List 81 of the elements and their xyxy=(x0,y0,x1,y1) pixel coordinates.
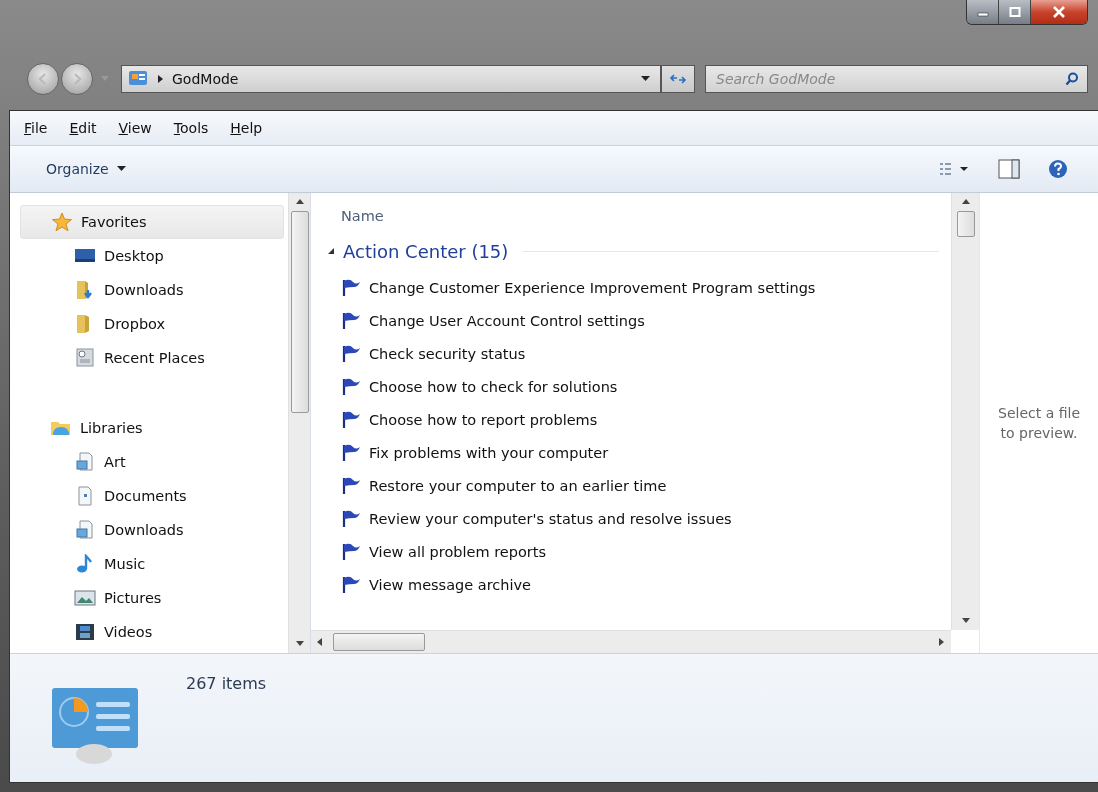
preview-pane-icon[interactable] xyxy=(998,159,1020,179)
dropdown-icon[interactable] xyxy=(641,76,650,82)
flag-icon xyxy=(341,278,361,297)
menu-item[interactable]: Edit xyxy=(69,120,97,136)
star-icon xyxy=(51,212,73,232)
scroll-left-icon[interactable] xyxy=(317,638,323,646)
sidebar-item[interactable]: Downloads xyxy=(20,273,284,307)
list-item[interactable]: View all problem reports xyxy=(369,543,547,560)
sidebar-item[interactable]: Favorites xyxy=(20,205,284,239)
refresh-button[interactable] xyxy=(661,65,695,93)
scroll-thumb[interactable] xyxy=(956,211,975,237)
list-item[interactable]: Choose how to check for solutions xyxy=(369,378,618,395)
scroll-down-icon[interactable] xyxy=(295,641,304,647)
scroll-thumb[interactable] xyxy=(333,633,425,651)
horizontal-scrollbar[interactable] xyxy=(311,630,951,653)
desktop-icon xyxy=(74,247,96,265)
sidebar-item[interactable]: Documents xyxy=(20,479,284,513)
library-icon xyxy=(74,520,96,540)
scroll-right-icon[interactable] xyxy=(939,638,945,646)
sidebar-item[interactable]: Music xyxy=(20,547,284,581)
sidebar-item[interactable]: Recent Places xyxy=(20,341,284,375)
flag-icon xyxy=(341,377,361,396)
flag-icon xyxy=(341,509,361,528)
forward-button[interactable] xyxy=(61,63,93,95)
sidebar-item[interactable]: Dropbox xyxy=(20,307,284,341)
search-field[interactable]: Search GodMode xyxy=(705,65,1088,93)
expand-icon[interactable] xyxy=(327,247,335,255)
list-item[interactable]: Check security status xyxy=(369,345,526,362)
address-bar[interactable]: GodMode xyxy=(121,65,661,93)
column-header[interactable]: Name xyxy=(325,201,939,231)
flag-icon xyxy=(341,476,361,495)
group-header[interactable]: Action Center (15) xyxy=(343,240,509,262)
help-icon[interactable] xyxy=(1048,159,1068,179)
recent-places-icon xyxy=(74,348,96,368)
list-item[interactable]: Change Customer Experience Improvement Program settings xyxy=(369,279,816,296)
list-item[interactable]: Restore your computer to an earlier time xyxy=(369,477,667,494)
menu-item[interactable]: Tools xyxy=(173,120,209,136)
minimize-button[interactable] xyxy=(967,0,999,24)
menu-item[interactable]: Help xyxy=(230,120,263,136)
chevron-icon[interactable] xyxy=(158,75,164,83)
list-item[interactable]: View message archive xyxy=(369,576,531,593)
item-count: 267 items xyxy=(186,674,267,693)
scroll-up-icon[interactable] xyxy=(295,199,304,205)
list-item[interactable]: Fix problems with your computer xyxy=(369,444,609,461)
sidebar-item[interactable]: Desktop xyxy=(20,239,284,273)
sidebar-item[interactable]: Downloads xyxy=(20,513,284,547)
scroll-thumb[interactable] xyxy=(290,211,309,413)
path-text: GodMode xyxy=(172,71,240,87)
sidebar-item[interactable]: Pictures xyxy=(20,581,284,615)
caret-icon xyxy=(116,166,126,172)
preview-message: Select a file to preview. xyxy=(997,403,1081,443)
flag-icon xyxy=(341,344,361,363)
menu-item[interactable]: View xyxy=(118,120,152,136)
view-options-icon[interactable] xyxy=(940,162,970,176)
sidebar-item[interactable]: Libraries xyxy=(20,411,284,445)
flag-icon xyxy=(341,410,361,429)
menu-item[interactable]: File xyxy=(24,120,48,136)
list-item[interactable]: Choose how to report problems xyxy=(369,411,598,428)
close-icon xyxy=(1052,6,1066,18)
list-item[interactable]: Change User Account Control settings xyxy=(369,312,645,329)
scroll-up-icon[interactable] xyxy=(961,199,970,205)
pictures-icon xyxy=(74,588,96,608)
back-button[interactable] xyxy=(27,63,59,95)
flag-icon xyxy=(341,575,361,594)
maximize-icon xyxy=(1008,7,1021,17)
close-button[interactable] xyxy=(1031,0,1087,24)
scroll-down-icon[interactable] xyxy=(961,618,970,624)
library-icon xyxy=(74,452,96,472)
sidebar-item[interactable]: Videos xyxy=(20,615,284,649)
scrollbar[interactable] xyxy=(288,193,310,653)
list-item[interactable]: Review your computer's status and resolve issues xyxy=(369,510,732,527)
refresh-arrows-icon xyxy=(669,72,687,86)
maximize-button[interactable] xyxy=(999,0,1031,24)
sidebar-item[interactable]: Art xyxy=(20,445,284,479)
flag-icon xyxy=(341,542,361,561)
scrollbar[interactable] xyxy=(951,193,979,630)
organize-button[interactable]: Organize xyxy=(40,157,132,181)
film-icon xyxy=(74,622,96,642)
flag-icon xyxy=(341,443,361,462)
search-icon[interactable] xyxy=(1065,72,1079,86)
flag-icon xyxy=(341,311,361,330)
